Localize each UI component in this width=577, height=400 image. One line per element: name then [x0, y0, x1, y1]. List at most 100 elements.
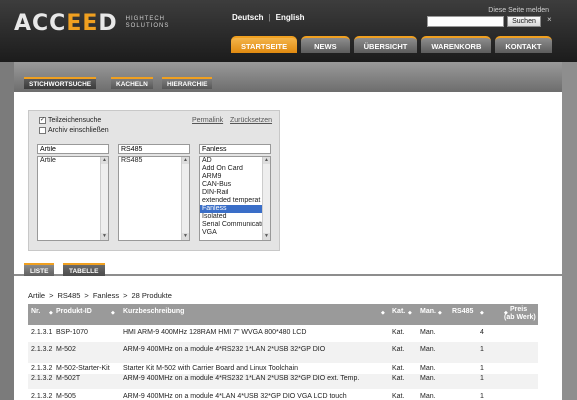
- sort-icon[interactable]: ◆: [111, 310, 115, 316]
- list-item[interactable]: DIN-Rail: [200, 189, 270, 197]
- scroll-down-icon[interactable]: ▼: [182, 233, 189, 240]
- col-header-rs485[interactable]: RS485: [452, 308, 473, 315]
- lang-de-link[interactable]: Deutsch: [232, 13, 264, 22]
- list-item-selected[interactable]: Fanless: [200, 205, 270, 213]
- list-item[interactable]: VGA: [200, 229, 270, 237]
- list-item[interactable]: CAN-Bus: [200, 181, 270, 189]
- cell-product-id[interactable]: M-502: [56, 346, 76, 353]
- lang-en-link[interactable]: English: [276, 13, 305, 22]
- list-item[interactable]: extended temperat: [200, 197, 270, 205]
- archive-option[interactable]: Archiv einschließen: [39, 127, 109, 134]
- list-item[interactable]: Serial Communicati: [200, 221, 270, 229]
- cell-nr: 2.1.3.2: [31, 375, 53, 382]
- filter-list-3[interactable]: AD Add On Card ARM9 CAN-Bus DIN-Rail ext…: [199, 156, 271, 241]
- cell-man[interactable]: Man.: [420, 375, 436, 382]
- list-item[interactable]: RS485: [119, 157, 189, 165]
- cell-kat[interactable]: Kat.: [392, 375, 404, 382]
- scroll-up-icon[interactable]: ▲: [263, 157, 270, 164]
- reset-link[interactable]: Zurücksetzen: [230, 117, 272, 124]
- main-nav: STARTSEITE NEWS ÜBERSICHT WARENKORB KONT…: [231, 36, 556, 53]
- nav-tab-startseite[interactable]: STARTSEITE: [231, 36, 298, 53]
- tab-kacheln[interactable]: KACHELN: [111, 77, 153, 89]
- scrollbar[interactable]: ▲ ▼: [262, 157, 270, 240]
- col-header-produkt-id[interactable]: Produkt-ID: [56, 308, 92, 315]
- col-header-kurzbeschreibung[interactable]: Kurzbeschreibung: [123, 308, 184, 315]
- tab-tabelle[interactable]: TABELLE: [63, 263, 105, 276]
- search-input[interactable]: [427, 16, 504, 27]
- list-item[interactable]: Artile: [38, 157, 108, 165]
- cell-man[interactable]: Man.: [420, 346, 436, 353]
- table-row[interactable]: 2.1.3.2 M-502T ARM-9 400MHz on a module …: [28, 374, 538, 389]
- partial-search-option[interactable]: ✓ Teilzeichensuche: [39, 117, 101, 124]
- breadcrumb-separator: >: [123, 291, 128, 300]
- partial-search-label: Teilzeichensuche: [48, 117, 102, 124]
- cell-description: ARM-9 400MHz on a module 4*RS232 1*LAN 2…: [123, 346, 326, 353]
- filter-list-1[interactable]: Artile ▲ ▼: [37, 156, 109, 241]
- sort-icon[interactable]: ◆: [381, 310, 385, 316]
- table-row[interactable]: 2.1.3.2 M-505 ARM-9 400MHz on a module 4…: [28, 389, 538, 400]
- close-icon[interactable]: ×: [547, 15, 552, 24]
- report-page-link[interactable]: Diese Seite melden: [488, 7, 549, 14]
- breadcrumb-rs485[interactable]: RS485: [57, 291, 80, 300]
- tab-hierarchie[interactable]: HIERARCHIE: [162, 77, 213, 89]
- search-button[interactable]: Suchen: [507, 16, 541, 27]
- site-header: ACCEED HIGHTECH SOLUTIONS Deutsch | English…: [0, 0, 577, 62]
- breadcrumb-fanless[interactable]: Fanless: [93, 291, 119, 300]
- cell-product-id[interactable]: M-502T: [56, 375, 80, 382]
- nav-tab-uebersicht[interactable]: ÜBERSICHT: [353, 36, 418, 53]
- cell-product-id[interactable]: M-502-Starter-Kit: [56, 365, 110, 372]
- cell-kat[interactable]: Kat.: [392, 393, 404, 400]
- cell-kat[interactable]: Kat.: [392, 329, 404, 336]
- scroll-down-icon[interactable]: ▼: [263, 233, 270, 240]
- table-body: 2.1.3.1 BSP-1070 HMI ARM-9 400MHz 128RAM…: [28, 325, 538, 400]
- tab-liste[interactable]: LISTE: [24, 263, 55, 276]
- cell-man[interactable]: Man.: [420, 329, 436, 336]
- tab-stichwortsuche[interactable]: STICHWORTSUCHE: [24, 77, 97, 89]
- partial-search-checkbox[interactable]: ✓: [39, 117, 46, 124]
- scrollbar[interactable]: ▲ ▼: [181, 157, 189, 240]
- scroll-up-icon[interactable]: ▲: [182, 157, 189, 164]
- sort-icon[interactable]: ◆: [408, 310, 412, 316]
- scroll-up-icon[interactable]: ▲: [101, 157, 108, 164]
- logo-wordmark: ACCEED: [14, 10, 118, 36]
- filter-input-3[interactable]: [199, 144, 271, 154]
- cell-kat[interactable]: Kat.: [392, 365, 404, 372]
- sort-icon[interactable]: ◆: [480, 310, 484, 316]
- acceed-logo[interactable]: ACCEED HIGHTECH SOLUTIONS: [14, 10, 169, 36]
- list-item[interactable]: Add On Card: [200, 165, 270, 173]
- nav-tab-news[interactable]: NEWS: [301, 36, 350, 53]
- table-row[interactable]: 2.1.3.1 BSP-1070 HMI ARM-9 400MHz 128RAM…: [28, 325, 538, 342]
- table-row[interactable]: 2.1.3.2 M-502 ARM-9 400MHz on a module 4…: [28, 342, 538, 363]
- cell-nr: 2.1.3.2: [31, 346, 53, 353]
- col-header-kat[interactable]: Kat.: [392, 308, 405, 315]
- cell-man[interactable]: Man.: [420, 365, 436, 372]
- archive-checkbox[interactable]: [39, 127, 46, 134]
- list-item[interactable]: AD: [200, 157, 270, 165]
- search-mode-bar: STICHWORTSUCHE KACHELN HIERARCHIE: [14, 62, 562, 92]
- filter-list-2[interactable]: RS485 ▲ ▼: [118, 156, 190, 241]
- cell-product-id[interactable]: BSP-1070: [56, 329, 88, 336]
- page-scrollbar[interactable]: [562, 62, 577, 400]
- cell-rs485: 1: [480, 375, 484, 382]
- sort-icon[interactable]: ◆: [49, 310, 53, 316]
- cell-man[interactable]: Man.: [420, 393, 436, 400]
- col-header-preis[interactable]: Preis: [510, 306, 527, 313]
- nav-tab-warenkorb[interactable]: WARENKORB: [421, 36, 492, 53]
- list-item[interactable]: ARM9: [200, 173, 270, 181]
- filter-input-1[interactable]: [37, 144, 109, 154]
- sort-icon[interactable]: ◆: [438, 310, 442, 316]
- scrollbar[interactable]: ▲ ▼: [100, 157, 108, 240]
- cell-kat[interactable]: Kat.: [392, 346, 404, 353]
- table-row[interactable]: 2.1.3.2 M-502-Starter-Kit Starter Kit M-…: [28, 363, 538, 374]
- keyword-filter-panel: ✓ Teilzeichensuche Archiv einschließen P…: [28, 110, 280, 251]
- list-item[interactable]: Isolated: [200, 213, 270, 221]
- scroll-down-icon[interactable]: ▼: [101, 233, 108, 240]
- col-header-nr[interactable]: Nr.: [31, 308, 40, 315]
- col-header-man[interactable]: Man.: [420, 308, 436, 315]
- nav-tab-kontakt[interactable]: KONTAKT: [495, 36, 552, 53]
- filter-input-2[interactable]: [118, 144, 190, 154]
- permalink-link[interactable]: Permalink: [192, 117, 223, 124]
- product-count: 28 Produkte: [131, 291, 172, 300]
- cell-product-id[interactable]: M-505: [56, 393, 76, 400]
- breadcrumb-artile[interactable]: Artile: [28, 291, 45, 300]
